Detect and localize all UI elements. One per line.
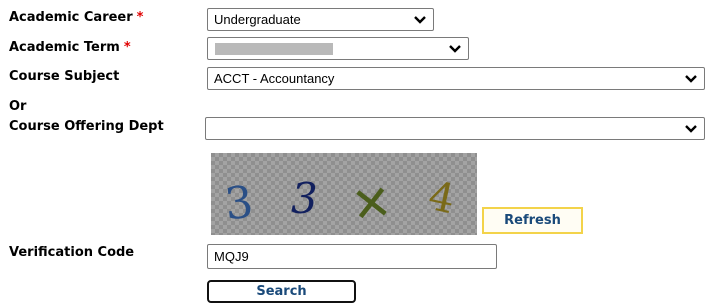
captcha-char: 3	[222, 177, 255, 231]
academic-term-label: Academic Term *	[9, 40, 131, 55]
or-separator: Or	[9, 99, 27, 114]
course-subject-value: ACCT - Accountancy	[214, 71, 335, 86]
verification-code-input[interactable]: MQJ9	[207, 244, 497, 269]
academic-career-label: Academic Career *	[9, 10, 144, 25]
captcha-char: +	[334, 162, 411, 235]
required-marker: *	[123, 40, 131, 55]
chevron-down-icon	[685, 75, 697, 83]
verification-code-label: Verification Code	[9, 245, 135, 260]
academic-career-value: Undergraduate	[214, 12, 301, 27]
academic-career-select[interactable]: Undergraduate	[207, 8, 434, 31]
course-subject-select[interactable]: ACCT - Accountancy	[207, 67, 705, 90]
academic-term-select[interactable]	[207, 37, 469, 60]
refresh-captcha-button[interactable]: Refresh	[482, 207, 583, 234]
captcha-glyphs: 3 3 + 4	[222, 162, 458, 235]
course-offering-dept-select[interactable]	[205, 117, 705, 140]
chevron-down-icon	[685, 125, 697, 133]
required-marker: *	[136, 10, 144, 25]
captcha-image: 3 3 + 4	[211, 153, 477, 235]
captcha-char: 3	[291, 174, 318, 223]
captcha-char: 4	[424, 173, 458, 223]
course-offering-dept-label: Course Offering Dept	[9, 119, 164, 134]
chevron-down-icon	[414, 16, 426, 24]
course-subject-label: Course Subject	[9, 69, 120, 84]
search-button[interactable]: Search	[207, 280, 356, 303]
redacted-value	[215, 43, 333, 55]
chevron-down-icon	[449, 45, 461, 53]
